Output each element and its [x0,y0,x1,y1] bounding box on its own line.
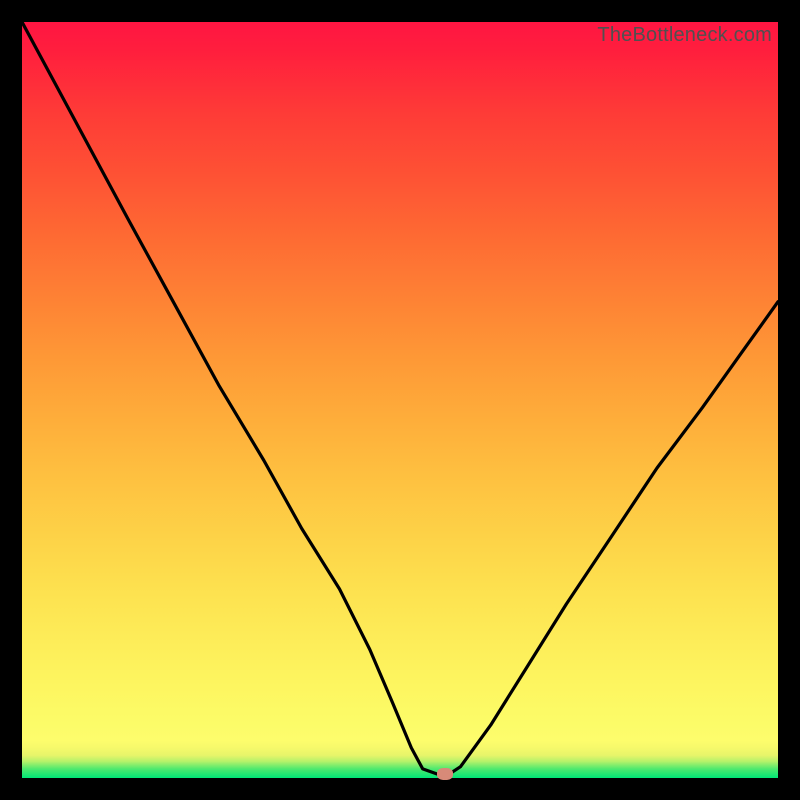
watermark-text: TheBottleneck.com [597,24,772,47]
bottleneck-curve [22,22,778,778]
optimal-marker [437,768,453,780]
chart-frame: TheBottleneck.com [0,0,800,800]
chart-plot-area: TheBottleneck.com [22,22,778,778]
